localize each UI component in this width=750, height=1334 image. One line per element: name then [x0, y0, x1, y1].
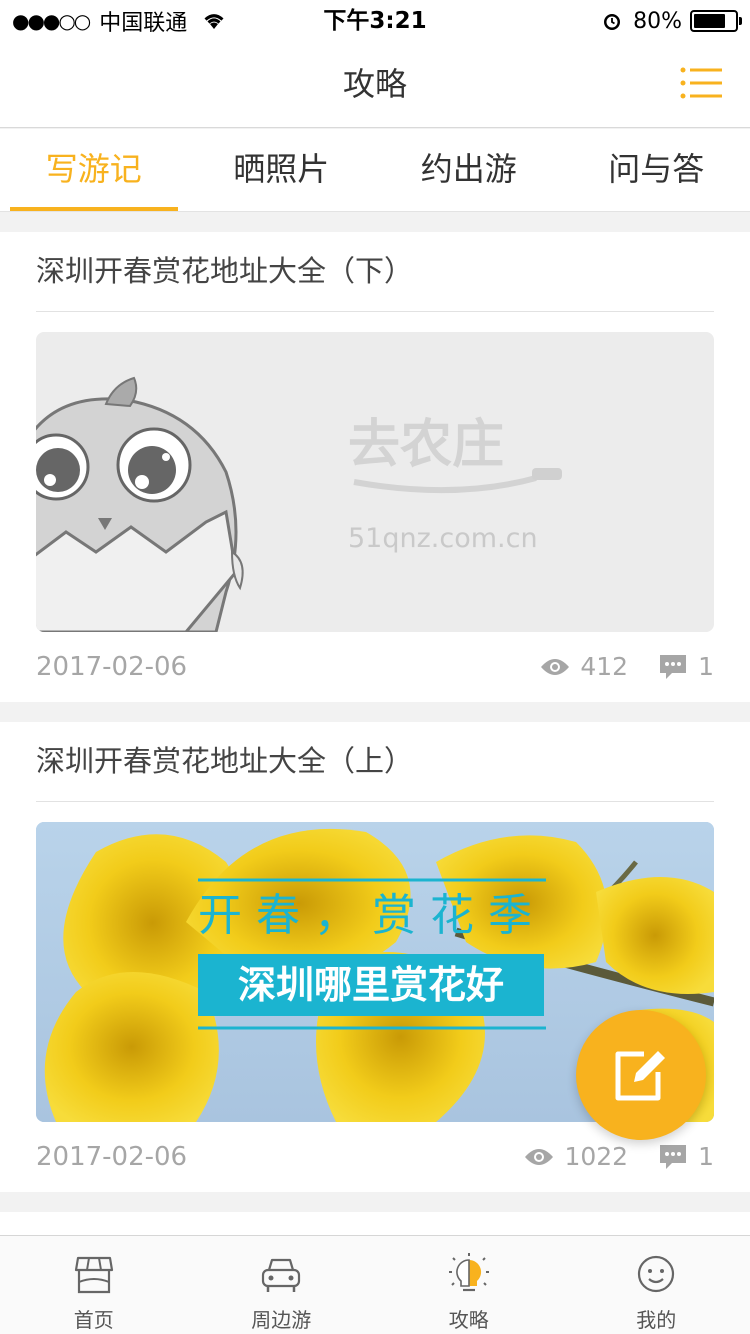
post-cover-placeholder[interactable]: 去农庄 51qnz.com.cn	[36, 332, 714, 632]
post-stats: 412 1	[540, 647, 714, 687]
battery-percent: 80%	[633, 8, 682, 34]
bottom-tab-bar: 首页 周边游 攻略 我的	[0, 1235, 750, 1334]
category-tabs: 写游记 晒照片 约出游 问与答	[0, 129, 750, 212]
tab-photos[interactable]: 晒照片	[188, 129, 376, 211]
car-icon	[262, 1258, 301, 1292]
tabbar-home[interactable]: 首页	[0, 1236, 188, 1334]
status-right: 80%	[601, 6, 742, 36]
banner-headline: 开春，赏花季	[198, 890, 546, 941]
comments-count: 1	[698, 652, 714, 681]
post-title[interactable]: 深圳开春赏花地址大全（上）	[36, 722, 413, 801]
post-date: 2017-02-06	[36, 652, 188, 682]
tab-travel-notes[interactable]: 写游记	[0, 129, 188, 211]
divider	[36, 311, 714, 312]
comment-icon	[660, 655, 687, 679]
banner-subheadline: 深圳哪里赏花好	[238, 963, 504, 1007]
tabbar-profile-label: 我的	[636, 1308, 677, 1332]
smiley-icon	[638, 1255, 675, 1293]
views-stat: 1022	[524, 1137, 628, 1177]
tab-group-trips[interactable]: 约出游	[375, 129, 563, 211]
comment-icon	[660, 1145, 687, 1169]
list-menu-icon[interactable]	[680, 66, 722, 100]
post-date: 2017-02-06	[36, 1142, 188, 1172]
tabbar-guides[interactable]: 攻略	[375, 1236, 563, 1334]
logo-text: 去农庄	[348, 415, 504, 475]
eye-icon	[541, 659, 570, 675]
mascot-placeholder-image: 去农庄 51qnz.com.cn	[36, 376, 562, 632]
comments-stat: 1	[658, 1137, 714, 1177]
edit-icon	[615, 1051, 665, 1101]
post-title[interactable]: 深圳开春赏花地址大全（下）	[36, 232, 413, 311]
tabbar-nearby-label: 周边游	[251, 1308, 312, 1332]
write-post-button[interactable]	[576, 1010, 706, 1140]
status-bar: ●●●○○ 中国联通 下午3:21 80%	[0, 0, 750, 40]
comments-stat: 1	[658, 647, 714, 687]
battery-level	[694, 14, 726, 28]
nav-bar: 攻略	[0, 40, 750, 128]
views-stat: 412	[540, 647, 628, 687]
battery-icon	[690, 10, 742, 32]
tabbar-guides-label: 攻略	[448, 1308, 489, 1332]
shop-icon	[74, 1256, 113, 1294]
lightbulb-icon	[448, 1253, 489, 1292]
alarm-icon	[604, 14, 621, 30]
views-count: 412	[580, 652, 629, 681]
tabbar-nearby[interactable]: 周边游	[188, 1236, 376, 1334]
comments-count: 1	[698, 1142, 714, 1171]
post-stats: 1022 1	[524, 1137, 714, 1177]
page-title: 攻略	[342, 65, 407, 103]
post-card[interactable]: 深圳开春赏花地址大全（下） 去农庄 51qnz.com.cn 2017-02-0…	[0, 232, 750, 702]
eye-icon	[525, 1149, 554, 1165]
divider	[36, 801, 714, 802]
tabbar-home-label: 首页	[73, 1308, 114, 1332]
site-url-text: 51qnz.com.cn	[348, 523, 538, 554]
tab-qa[interactable]: 问与答	[563, 129, 750, 211]
views-count: 1022	[564, 1142, 629, 1171]
tabbar-profile[interactable]: 我的	[563, 1236, 750, 1334]
